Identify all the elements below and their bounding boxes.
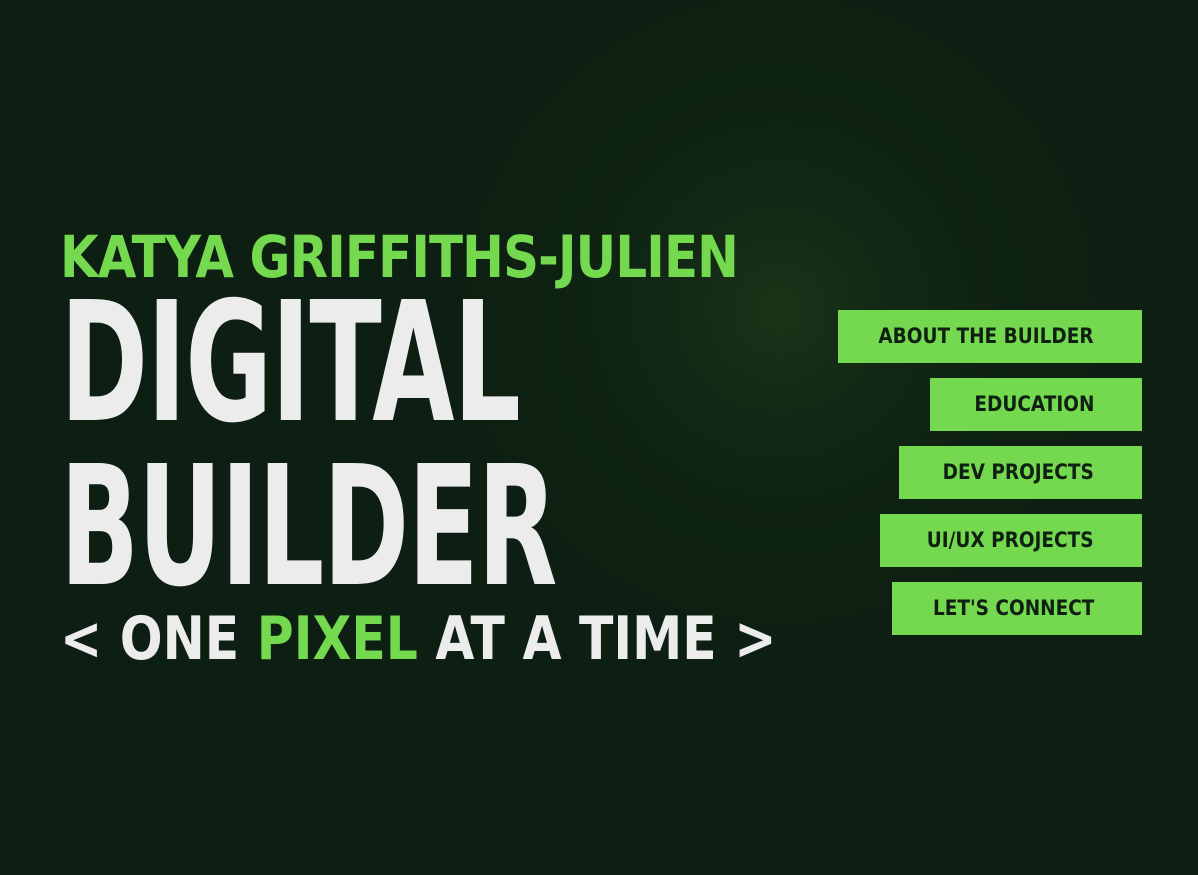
nav-about-label: ABOUT THE BUILDER — [878, 324, 1094, 348]
tagline-prefix: < ONE — [60, 604, 257, 674]
nav-education-label: EDUCATION — [973, 392, 1094, 416]
headline-line-1: DIGITAL — [60, 267, 521, 460]
hero-section: KATYA GRIFFITHS-JULIEN DIGITAL BUILDER <… — [0, 0, 1198, 875]
nav-connect-button[interactable]: LET'S CONNECT — [892, 582, 1142, 635]
nav-uiux-projects-button[interactable]: UI/UX PROJECTS — [880, 514, 1142, 567]
headline-line-2: BUILDER — [60, 431, 557, 624]
nav-education-button[interactable]: EDUCATION — [930, 378, 1142, 431]
nav-about-button[interactable]: ABOUT THE BUILDER — [838, 310, 1142, 363]
nav-uiux-projects-label: UI/UX PROJECTS — [927, 528, 1094, 552]
nav-dev-projects-label: DEV PROJECTS — [942, 460, 1094, 484]
tagline: < ONE PIXEL AT A TIME > — [60, 604, 776, 674]
main-navigation: ABOUT THE BUILDER EDUCATION DEV PROJECTS… — [838, 310, 1142, 635]
tagline-suffix: AT A TIME > — [417, 604, 777, 674]
tagline-accent-word: PIXEL — [256, 604, 418, 674]
nav-connect-label: LET'S CONNECT — [932, 596, 1094, 620]
nav-dev-projects-button[interactable]: DEV PROJECTS — [899, 446, 1142, 499]
